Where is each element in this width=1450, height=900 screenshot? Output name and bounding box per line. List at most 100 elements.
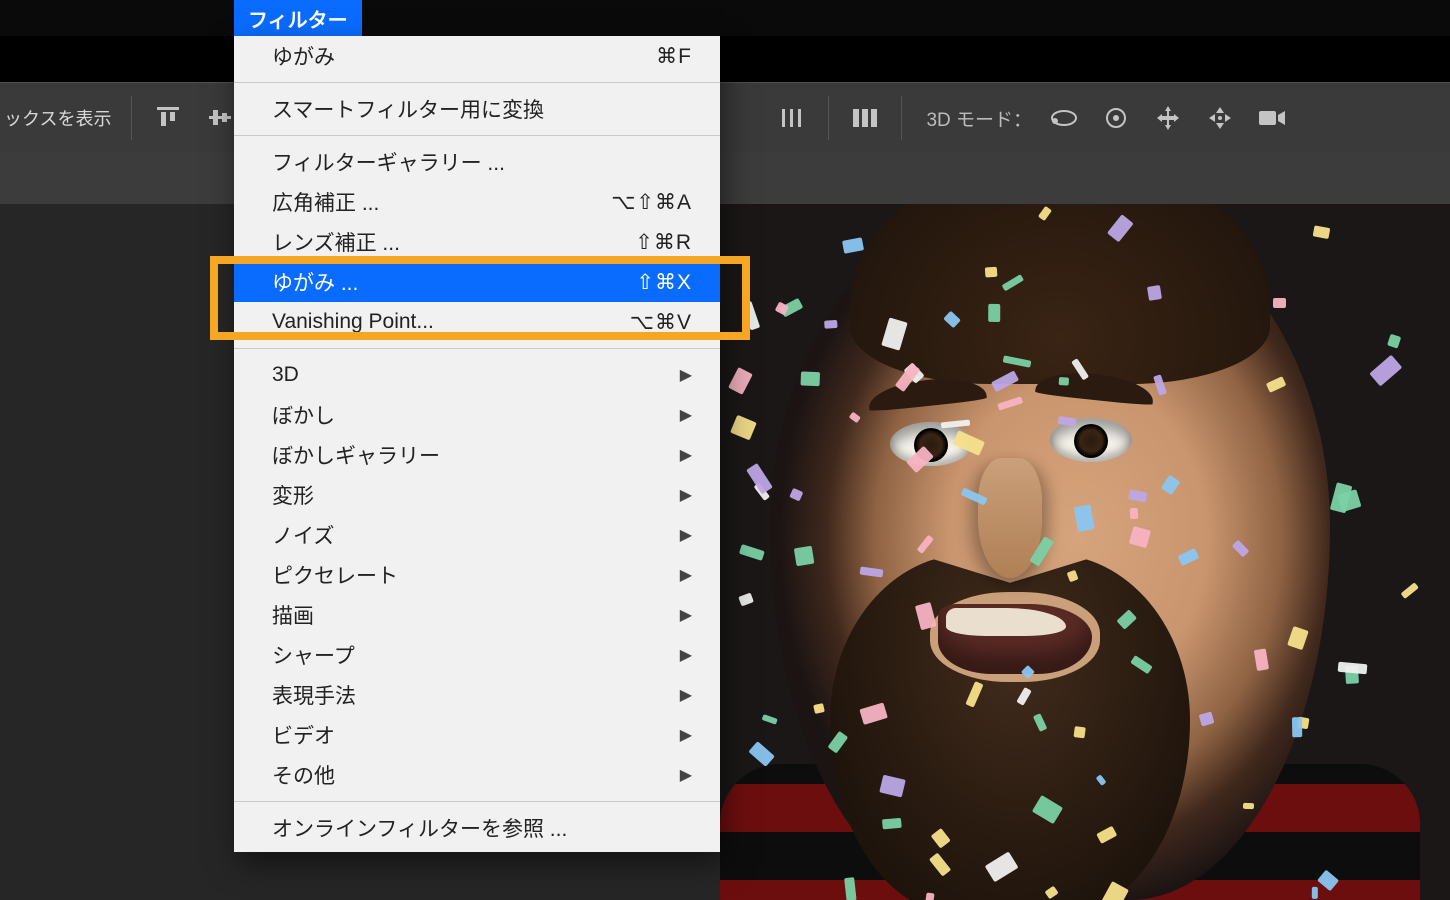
menu-item-shortcut: ⇧⌘X: [636, 270, 692, 295]
submenu-arrow-icon: ▶: [680, 405, 692, 425]
confetti-piece: [1312, 225, 1330, 239]
menu-item[interactable]: ノイズ▶: [234, 515, 720, 555]
confetti-piece: [842, 237, 864, 253]
menu-filter[interactable]: フィルター: [234, 0, 362, 36]
menu-separator: [234, 82, 720, 83]
menu-separator: [234, 135, 720, 136]
distribute-columns-icon[interactable]: [847, 100, 883, 136]
menu-item[interactable]: 広角補正 ... ⌥⇧⌘A: [234, 182, 720, 222]
confetti-piece: [926, 892, 936, 900]
menu-item-label: ゆがみ ...: [272, 267, 358, 297]
menu-item-label: レンズ補正 ...: [272, 227, 400, 257]
scale-icon[interactable]: [1202, 100, 1238, 136]
pan-icon[interactable]: [1150, 100, 1186, 136]
menu-item[interactable]: 3D ▶: [234, 355, 720, 395]
confetti-piece: [1292, 716, 1302, 737]
separator: [901, 96, 902, 140]
menu-item[interactable]: シャープ ▶: [234, 635, 720, 675]
confetti-piece: [1073, 505, 1094, 532]
confetti-piece: [985, 267, 998, 278]
menu-item[interactable]: ピクセレート ▶: [234, 555, 720, 595]
menu-separator: [234, 801, 720, 802]
menu-separator: [234, 348, 720, 349]
orbit-icon[interactable]: [1046, 100, 1082, 136]
menu-item-shortcut: ⌘F: [656, 44, 692, 69]
menu-item-label: シャープ: [272, 640, 355, 670]
confetti-piece: [988, 304, 1000, 322]
menu-item[interactable]: オンラインフィルターを参照 ...: [234, 808, 720, 848]
menu-item[interactable]: スマートフィルター用に変換: [234, 89, 720, 129]
confetti-piece: [1059, 377, 1069, 386]
confetti-piece: [731, 415, 757, 440]
confetti-piece: [1338, 662, 1368, 675]
submenu-arrow-icon: ▶: [680, 645, 692, 665]
distribute-horizontal-icon[interactable]: [774, 100, 810, 136]
rotate-icon[interactable]: [1098, 100, 1134, 136]
menu-item[interactable]: 表現手法 ▶: [234, 675, 720, 715]
submenu-arrow-icon: ▶: [680, 685, 692, 705]
menu-item-shortcut: ⌥⌘V: [630, 310, 692, 335]
menu-item-label: ノイズ: [272, 520, 334, 550]
app-menubar: フィルター: [0, 0, 1450, 36]
menu-item[interactable]: ゆがみ ⌘F: [234, 36, 720, 76]
confetti-piece: [1369, 354, 1402, 386]
menu-item[interactable]: Vanishing Point... ⌥⌘V: [234, 302, 720, 342]
menu-item-label: 表現手法: [272, 680, 356, 710]
confetti-piece: [813, 703, 825, 714]
confetti-piece: [1401, 582, 1419, 599]
document-tab-strip: [0, 152, 1450, 205]
confetti-piece: [794, 545, 815, 566]
menu-item-label: ビデオ: [272, 720, 335, 750]
confetti-piece: [1130, 508, 1139, 519]
submenu-arrow-icon: ▶: [680, 445, 692, 465]
photo-hair: [850, 204, 1270, 384]
confetti-piece: [824, 319, 838, 328]
menu-filter-label: フィルター: [248, 4, 348, 33]
confetti-piece: [746, 463, 773, 495]
menu-item-label: その他: [272, 760, 335, 790]
menu-item[interactable]: ビデオ▶: [234, 715, 720, 755]
submenu-arrow-icon: ▶: [680, 365, 692, 385]
menu-item-shortcut: ⌥⇧⌘A: [611, 190, 692, 215]
menu-item-label: ピクセレート: [272, 560, 398, 590]
confetti-piece: [742, 301, 760, 330]
options-bar: ックスを表示 3D モード：: [0, 82, 1450, 154]
menu-item-label: ゆがみ: [272, 41, 335, 71]
confetti-piece: [801, 372, 820, 387]
menu-item-label: 3D: [272, 363, 299, 387]
confetti-piece: [762, 713, 779, 724]
menu-item-shortcut: ⇧⌘R: [635, 230, 692, 255]
menu-item-label: Vanishing Point...: [272, 310, 434, 334]
menu-item[interactable]: ぼかしギャラリー ▶: [234, 435, 720, 475]
menu-item-label: オンラインフィルターを参照 ...: [272, 813, 567, 843]
menu-item-label: 広角補正 ...: [272, 187, 379, 217]
camera-icon[interactable]: [1254, 100, 1290, 136]
confetti-piece: [1147, 285, 1162, 301]
align-top-icon[interactable]: [150, 100, 186, 136]
canvas[interactable]: [720, 204, 1450, 900]
confetti-piece: [882, 818, 902, 829]
submenu-arrow-icon: ▶: [680, 485, 692, 505]
menu-item-label: ぼかしギャラリー: [272, 440, 440, 470]
menu-item[interactable]: レンズ補正 ... ⇧⌘R: [234, 222, 720, 262]
menu-item[interactable]: 描画 ▶: [234, 595, 720, 635]
menu-item[interactable]: ゆがみ ... ⇧⌘X: [234, 262, 720, 302]
confetti-piece: [1387, 333, 1401, 348]
submenu-arrow-icon: ▶: [680, 605, 692, 625]
menu-item[interactable]: 変形 ▶: [234, 475, 720, 515]
submenu-arrow-icon: ▶: [680, 765, 692, 785]
confetti-piece: [729, 367, 754, 395]
menu-item-label: 描画: [272, 600, 314, 630]
filter-dropdown: ゆがみ ⌘F スマートフィルター用に変換フィルターギャラリー ... 広角補正 ...…: [234, 36, 720, 852]
menu-item-label: スマートフィルター用に変換: [272, 94, 544, 124]
separator: [828, 96, 829, 140]
menu-item[interactable]: フィルターギャラリー ...: [234, 142, 720, 182]
menu-item-label: フィルターギャラリー ...: [272, 147, 505, 177]
separator: [131, 96, 132, 140]
menu-item[interactable]: ぼかし▶: [234, 395, 720, 435]
show-controls-label[interactable]: ックスを表示: [0, 105, 121, 131]
menu-item[interactable]: その他 ▶: [234, 755, 720, 795]
submenu-arrow-icon: ▶: [680, 565, 692, 585]
three-d-mode-label: 3D モード：: [926, 105, 1032, 132]
menu-item-label: 変形: [272, 480, 314, 510]
